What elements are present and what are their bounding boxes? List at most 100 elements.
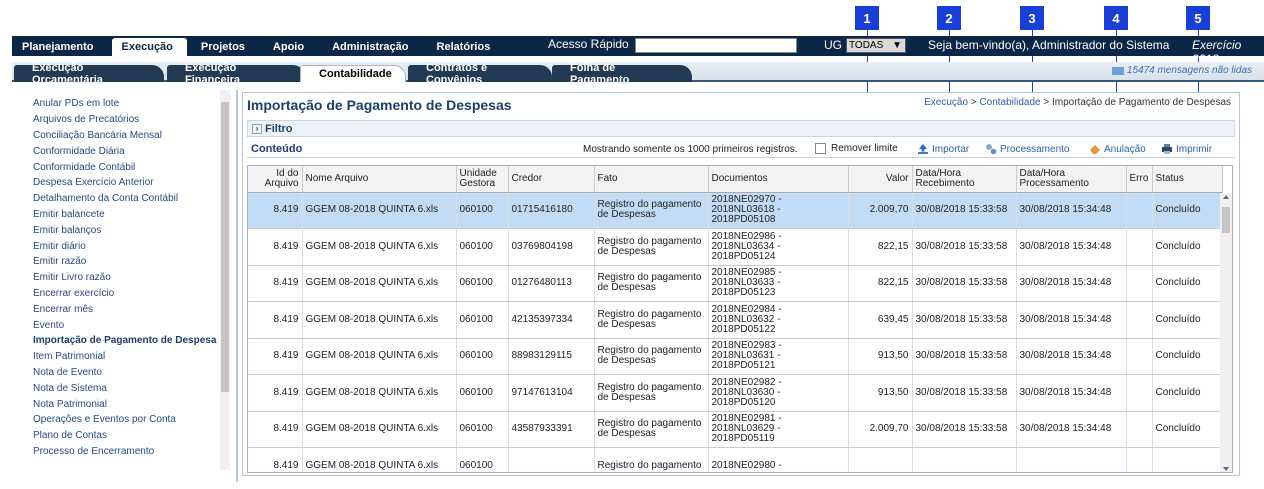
processing-button[interactable]: Processamento [985,143,1069,155]
column-header-value[interactable]: Valor [848,166,913,193]
grid-scrollbar[interactable] [1220,193,1232,472]
sidebar-scrollbar[interactable] [220,90,230,470]
ug-select-value: TODAS [849,40,884,51]
sidebar-item[interactable]: Emitir diário [12,238,232,254]
sidebar-item[interactable]: Processo de Encerramento [12,444,232,460]
cell-fact: Registro do pagamento de Despesas [594,192,709,229]
sidebar-item[interactable]: Plano de Contas [12,428,232,444]
sidebar-item[interactable]: Nota Patrimonial [12,396,232,412]
cell-fact: Registro do pagamento de Despesas [594,265,709,302]
upload-icon [918,144,928,154]
ug-select[interactable]: TODAS ▼ [846,38,906,53]
scroll-up-icon[interactable] [1223,195,1229,199]
print-label: Imprimir [1176,143,1213,155]
column-header-creditor[interactable]: Credor [508,166,595,193]
sidebar-item[interactable]: Item Patrimonial [12,349,232,365]
table-row[interactable]: 8.419 GGEM 08-2018 QUINTA 6.xls 060100 0376… [248,228,1223,266]
table-row[interactable]: 8.419 GGEM 08-2018 QUINTA 6.xls 060100 4213… [248,301,1223,339]
cell-documents: 2018NE02980 - [708,447,849,472]
sidebar-scroll-thumb[interactable] [221,102,229,392]
menu-relatorios[interactable]: Relatórios [427,38,513,56]
cell-file-name: GGEM 08-2018 QUINTA 6.xls [302,228,457,266]
table-row[interactable]: 8.419 GGEM 08-2018 QUINTA 6.xls 060100 Regi… [248,447,1223,472]
menu-planejamento[interactable]: Planejamento [12,38,116,56]
cancel-button[interactable]: Anulação [1089,143,1146,155]
top-menu-bar: Planejamento Execução Projetos Apoio Adm… [12,36,1264,66]
tab-execucao-financeira[interactable]: Execução Financeira [167,62,305,86]
sidebar-item[interactable]: Anular PDs em lote [12,96,232,112]
cell-creditor: 97147613104 [508,374,595,412]
table-row[interactable]: 8.419 GGEM 08-2018 QUINTA 6.xls 060100 9714… [248,374,1223,412]
column-header-unit[interactable]: Unidade Gestora [456,166,509,193]
column-header-processed[interactable]: Data/Hora Processamento [1016,166,1127,193]
cell-fact: Registro do pagamento de Despesas [594,411,709,448]
cell-error [1126,265,1153,302]
sidebar-item[interactable]: Encerrar exercício [12,286,232,302]
cell-received: 30/08/2018 15:33:58 [912,265,1017,302]
table-row[interactable]: 8.419 GGEM 08-2018 QUINTA 6.xls 060100 0127… [248,265,1223,302]
sidebar-item[interactable]: Conciliação Bancária Mensal [12,128,232,144]
cell-status: Concluído [1152,192,1223,229]
column-header-received[interactable]: Data/Hora Recebimento [912,166,1017,193]
sidebar-item[interactable]: Nota de Evento [12,365,232,381]
sidebar-splitter[interactable] [236,90,238,482]
expand-icon[interactable]: › [252,123,262,134]
sidebar-item[interactable]: Encerrar mês [12,301,232,317]
sidebar-item[interactable]: Evento [12,317,232,333]
tab-execucao-orcamentaria[interactable]: Execução Orçamentária [14,62,164,86]
remove-limit-checkbox[interactable]: Remover limite [815,143,898,154]
cell-received: 30/08/2018 15:33:58 [912,228,1017,266]
table-row[interactable]: 8.419 GGEM 08-2018 QUINTA 6.xls 060100 4358… [248,411,1223,448]
sidebar-item[interactable]: Conformidade Contábil [12,159,232,175]
grid-scroll-thumb[interactable] [1222,207,1230,233]
sidebar-item[interactable]: Arquivos de Precatórios [12,112,232,128]
sidebar-item[interactable]: Nota de Sistema [12,380,232,396]
sidebar-item[interactable]: Emitir Livro razão [12,270,232,286]
menu-projetos[interactable]: Projetos [191,38,267,56]
sidebar-item[interactable]: Emitir balanços [12,222,232,238]
menu-administracao[interactable]: Administração [322,38,431,56]
cell-error [1126,447,1153,472]
filter-bar[interactable]: › Filtro [247,120,1235,137]
sidebar-item[interactable]: Detalhamento da Conta Contábil [12,191,232,207]
sidebar-item[interactable]: Conformidade Diária [12,143,232,159]
cell-id: 8.419 [248,338,303,375]
import-label: Importar [932,143,970,155]
column-header-error[interactable]: Erro [1126,166,1153,193]
menu-apoio[interactable]: Apoio [263,38,327,56]
print-button[interactable]: Imprimir [1161,143,1212,155]
cell-fact: Registro do pagamento [594,447,709,472]
cell-error [1126,192,1153,229]
quick-access-input[interactable] [635,38,797,53]
cell-id: 8.419 [248,447,303,472]
sidebar-item[interactable]: Emitir balancete [12,207,232,223]
scroll-down-icon[interactable] [1223,467,1229,471]
table-row[interactable]: 8.419 GGEM 08-2018 QUINTA 6.xls 060100 8898… [248,338,1223,375]
import-button[interactable]: Importar [917,143,969,155]
cell-value: 822,15 [848,228,913,266]
column-header-file-name[interactable]: Nome Arquivo [302,166,457,193]
sidebar-item-active[interactable]: Importação de Pagamento de Despesa [12,333,232,349]
breadcrumb-execucao[interactable]: Execução [924,97,968,108]
tab-contratos-convenios[interactable]: Contratos e Convênios [408,62,552,86]
sidebar-item[interactable]: Emitir razão [12,254,232,270]
sidebar-item[interactable]: Operações e Eventos por Conta [12,412,232,428]
checkbox-box[interactable] [815,143,826,154]
table-row[interactable]: 8.419 GGEM 08-2018 QUINTA 6.xls 060100 0171… [248,192,1223,229]
column-header-fact[interactable]: Fato [594,166,709,193]
cell-unit: 060100 [456,411,509,448]
unread-messages[interactable]: 15474 mensagens não lidas [1111,65,1252,76]
sidebar-item[interactable]: Despesa Exercício Anterior [12,175,232,191]
tab-contabilidade[interactable]: Contabilidade [300,65,406,82]
menu-execucao[interactable]: Execução [111,38,196,56]
sub-tab-bar: Execução Orçamentária Execução Financeir… [12,62,1264,86]
gears-icon [986,144,997,155]
tab-folha-pagamento[interactable]: Folha de Pagamento [552,62,692,86]
column-header-status[interactable]: Status [1152,166,1223,193]
callout-marker-3: 3 [1020,6,1044,30]
cell-documents: 2018NE02970 - 2018NL03618 - 2018PD05108 [708,192,849,229]
column-header-id[interactable]: Id do Arquivo [248,166,303,193]
cell-value: 913,50 [848,374,913,412]
column-header-documents[interactable]: Documentos [708,166,849,193]
breadcrumb-contabilidade[interactable]: Contabilidade [979,97,1040,108]
